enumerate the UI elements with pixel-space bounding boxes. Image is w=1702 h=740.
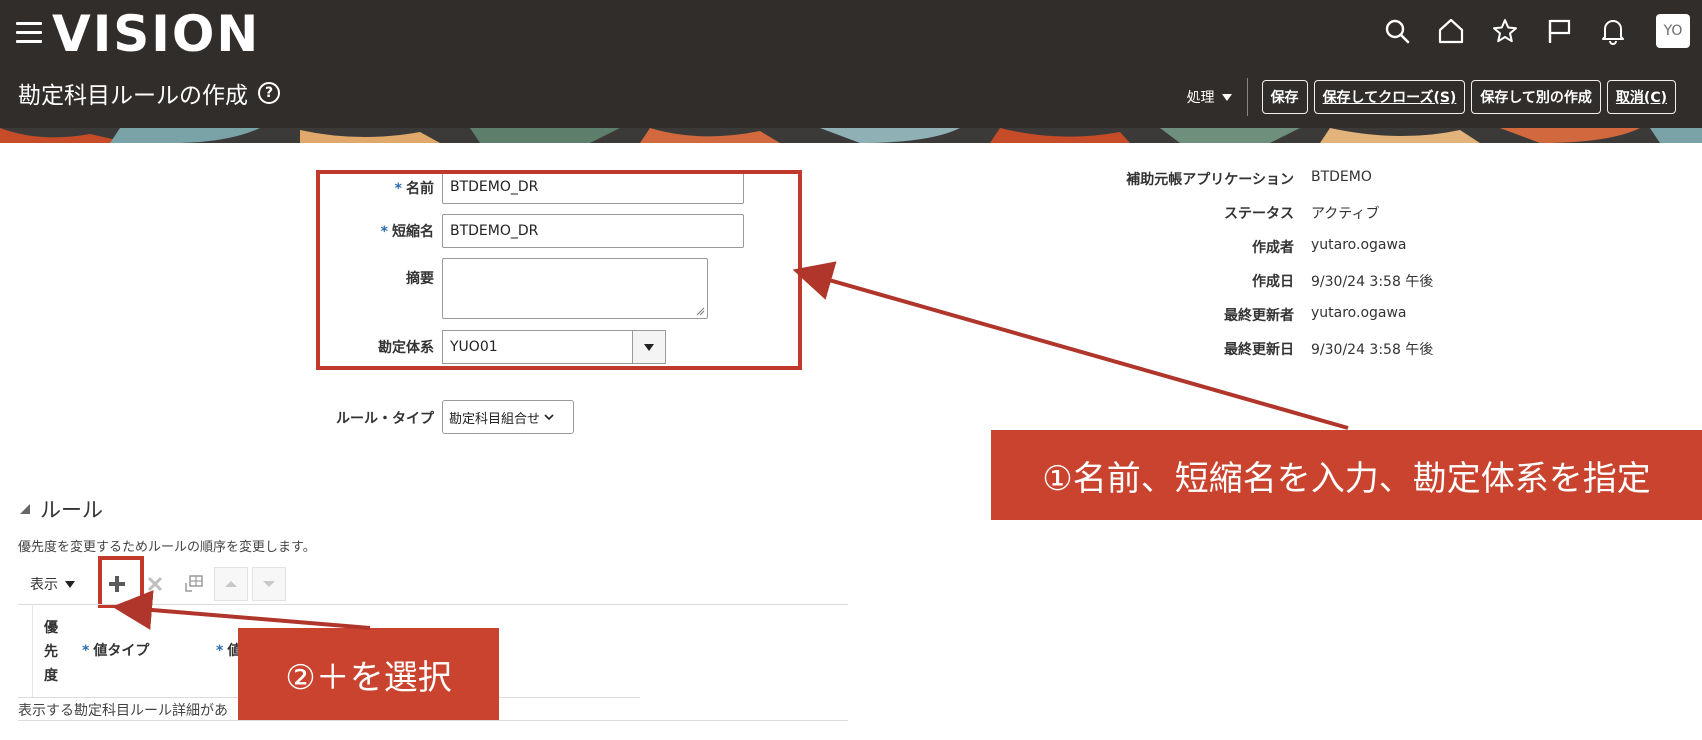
view-menu[interactable]: 表示 — [30, 574, 76, 594]
view-menu-label: 表示 — [30, 577, 58, 593]
callout-step2-text: ②＋を選択 — [285, 657, 452, 698]
rule-type-select[interactable]: 勘定科目組合せ — [442, 400, 574, 434]
toolbar-separator — [1246, 78, 1248, 116]
save-and-close-button[interactable]: 保存してクローズ(S) — [1313, 80, 1466, 114]
arrow-up-icon — [225, 581, 237, 587]
highlight-box-add — [98, 556, 144, 608]
callout-step1-text: ①名前、短縮名を入力、勘定体系を指定 — [1042, 458, 1651, 499]
value-type-header-text: 値タイプ — [93, 643, 150, 659]
caret-down-icon — [1221, 94, 1232, 101]
rule-type-value: 勘定科目組合せ — [449, 411, 541, 427]
arrow-down-icon — [263, 581, 275, 587]
info-label: 作成日 — [1252, 274, 1294, 290]
save-button[interactable]: 保存 — [1261, 80, 1308, 114]
info-value: 9/30/24 3:58 午後 — [1311, 274, 1434, 290]
rules-section-title: ルール — [40, 498, 103, 522]
callout-step2: ②＋を選択 — [238, 628, 499, 720]
user-avatar[interactable]: YO — [1656, 14, 1690, 48]
move-down-button[interactable] — [252, 567, 286, 601]
save-and-create-another-button[interactable]: 保存して別の作成 — [1471, 80, 1601, 114]
rules-toolbar: 表示 — [18, 566, 290, 602]
callout-step1: ①名前、短縮名を入力、勘定体系を指定 — [991, 430, 1702, 520]
page-toolbar: 処理 保存 保存してクローズ(S) 保存して別の作成 取消(C) — [1187, 78, 1676, 116]
info-label: 最終更新日 — [1224, 342, 1294, 358]
flag-icon[interactable] — [1544, 16, 1574, 46]
navigator-menu-icon[interactable] — [16, 22, 42, 44]
cancel-button[interactable]: 取消(C) — [1606, 80, 1676, 114]
info-label: 作成者 — [1252, 240, 1294, 256]
freeze-columns-button[interactable] — [176, 567, 210, 601]
info-label: 補助元帳アプリケーション — [1126, 172, 1294, 188]
rule-type-label: ルール・タイプ — [336, 411, 434, 427]
search-icon[interactable] — [1382, 16, 1412, 46]
required-indicator: * — [216, 643, 224, 659]
app-header: VISION 勘定科目ルールの作成 ? YO 処理 保存 保存してクローズ(S)… — [0, 0, 1702, 140]
table-header-left-border — [32, 604, 33, 698]
info-label: ステータス — [1224, 206, 1294, 222]
info-value: BTDEMO — [1311, 169, 1372, 185]
table-top-border — [18, 604, 848, 605]
rules-section-header[interactable]: ルール — [18, 494, 103, 524]
info-value: 9/30/24 3:58 午後 — [1311, 342, 1434, 358]
info-value: アクティブ — [1311, 206, 1380, 222]
info-label: 最終更新者 — [1224, 308, 1294, 324]
column-header-priority[interactable]: 優 先 度 — [44, 616, 60, 688]
help-icon[interactable]: ? — [258, 82, 280, 104]
move-up-button[interactable] — [214, 567, 248, 601]
actions-menu[interactable]: 処理 — [1187, 87, 1233, 107]
vision-logo[interactable]: VISION — [52, 4, 260, 64]
empty-table-message: 表示する勘定科目ルール詳細があ — [18, 703, 228, 719]
freeze-table-icon — [185, 575, 203, 592]
table-bottom-border — [18, 720, 848, 721]
rules-description: 優先度を変更するためルールの順序を変更します。 — [18, 540, 316, 555]
page-title-text: 勘定科目ルールの作成 — [18, 83, 248, 109]
info-value: yutaro.ogawa — [1311, 237, 1407, 253]
notifications-bell-icon[interactable] — [1598, 16, 1628, 46]
actions-menu-label: 処理 — [1186, 90, 1215, 106]
highlight-box-form — [316, 170, 802, 370]
caret-down-icon — [65, 581, 75, 588]
page-title: 勘定科目ルールの作成 ? — [18, 76, 280, 110]
home-icon[interactable] — [1436, 16, 1466, 46]
delete-x-icon — [147, 576, 163, 592]
global-icons: YO — [1382, 14, 1690, 48]
arrow-to-add-button — [112, 590, 371, 630]
info-value: yutaro.ogawa — [1311, 305, 1407, 321]
favorites-star-icon[interactable] — [1490, 16, 1520, 46]
decorative-banner — [0, 128, 1702, 143]
required-indicator: * — [82, 643, 90, 659]
column-header-value-type[interactable]: * 値タイプ — [82, 640, 149, 660]
chevron-down-icon — [544, 414, 554, 421]
collapse-triangle-icon[interactable] — [18, 502, 32, 516]
